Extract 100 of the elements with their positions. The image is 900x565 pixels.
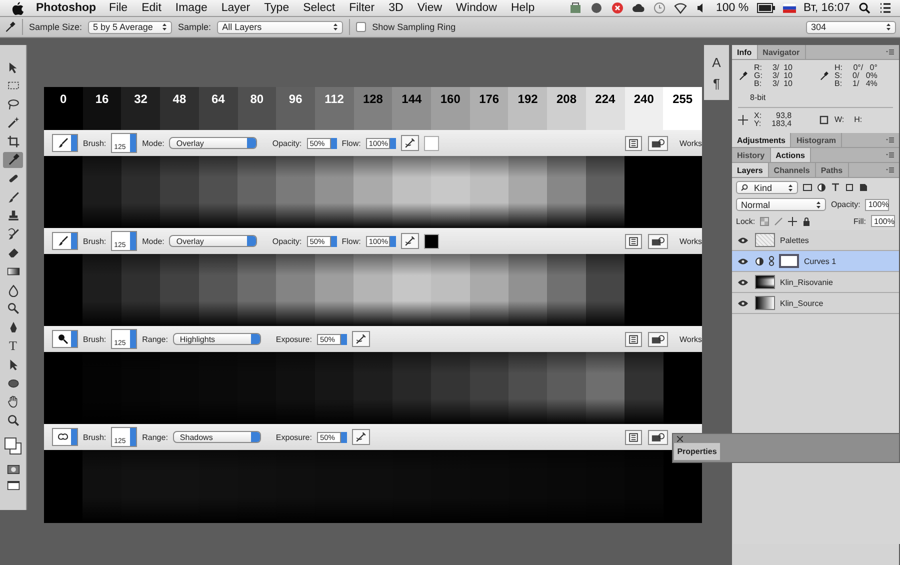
dock-button[interactable]: ¶: [713, 76, 720, 91]
tool-preset-picker[interactable]: [52, 232, 78, 250]
mode-dropdown[interactable]: Overlay: [169, 137, 258, 149]
menu-item[interactable]: Image: [175, 2, 208, 14]
eye-icon[interactable]: [738, 236, 748, 244]
menu-item[interactable]: View: [417, 2, 442, 14]
menu-item[interactable]: Type: [264, 2, 290, 14]
workspace-label[interactable]: Works: [679, 138, 702, 148]
camera-button[interactable]: [648, 136, 668, 150]
menu-item[interactable]: Filter: [349, 2, 375, 14]
airbrush-button[interactable]: [352, 331, 370, 347]
mode-dropdown[interactable]: Shadows: [172, 431, 261, 443]
mode-dropdown[interactable]: Highlights: [172, 333, 261, 345]
clock-icon[interactable]: [652, 2, 666, 14]
wifi-icon[interactable]: [674, 2, 687, 14]
workspace-label[interactable]: Works: [679, 334, 702, 344]
size-label: W:: [834, 116, 844, 124]
checker-icon[interactable]: [760, 216, 770, 226]
type-icon[interactable]: [831, 183, 840, 192]
color-swatches-icon[interactable]: [3, 434, 23, 457]
menu-item[interactable]: Help: [510, 2, 535, 14]
tool-preset-picker[interactable]: [52, 134, 78, 152]
panel-tab[interactable]: Actions: [770, 148, 811, 162]
channel-label: B:: [834, 80, 842, 88]
opacity-field[interactable]: 100%: [865, 198, 890, 210]
camera-button[interactable]: [648, 332, 668, 346]
apple-logo-icon[interactable]: [12, 2, 24, 14]
tool-preset-picker[interactable]: [52, 330, 78, 348]
quick-mask-icon[interactable]: [6, 463, 20, 476]
menu-item[interactable]: Window: [456, 2, 497, 14]
dock-button[interactable]: A: [712, 55, 721, 70]
level-cell: 128: [354, 87, 392, 130]
filter-dropdown[interactable]: Kind: [736, 181, 798, 194]
panel-tab[interactable]: Channels: [768, 163, 816, 177]
camera-button[interactable]: [648, 234, 668, 248]
menu-item[interactable]: Layer: [221, 2, 250, 14]
panel-tab[interactable]: Info: [732, 45, 758, 59]
sample-size-dropdown[interactable]: 5 by 5 Average: [88, 20, 172, 34]
panel-toggle-button[interactable]: [625, 430, 642, 444]
level-cell: 48: [160, 87, 199, 130]
screen-mode-icon[interactable]: [6, 479, 20, 492]
sample-dropdown[interactable]: All Layers: [217, 20, 344, 34]
half-circle-icon[interactable]: [817, 183, 826, 192]
cloud-icon[interactable]: [632, 2, 645, 14]
layer-row[interactable]: Curves 1: [732, 251, 899, 272]
color-swatch[interactable]: [424, 234, 439, 248]
layer-row[interactable]: Klin_Risovanie: [732, 272, 899, 293]
tool-button[interactable]: T: [3, 338, 23, 354]
blend-mode-dropdown[interactable]: Normal: [736, 198, 826, 211]
mode-label: Range:: [142, 334, 168, 344]
color-swatch[interactable]: [424, 136, 439, 150]
eye-icon[interactable]: [738, 300, 748, 306]
lock-icon[interactable]: [802, 216, 812, 226]
panel-toggle-button[interactable]: [625, 136, 642, 150]
flag-icon[interactable]: [782, 2, 796, 14]
menu-clock[interactable]: Вт, 16:07: [804, 2, 850, 14]
tool-button[interactable]: [3, 152, 23, 168]
search-icon[interactable]: [858, 2, 871, 14]
airbrush-button[interactable]: [400, 135, 419, 151]
stop-icon[interactable]: [610, 2, 624, 14]
panel-tab[interactable]: Navigator: [758, 45, 806, 59]
level-cell: 112: [314, 87, 354, 130]
panel-tab[interactable]: Properties: [674, 443, 720, 460]
camera-button[interactable]: [648, 430, 668, 444]
image-icon[interactable]: [803, 183, 812, 192]
workspace-label[interactable]: Works: [679, 236, 702, 246]
mode-dropdown[interactable]: Overlay: [169, 235, 258, 247]
menu-item[interactable]: Select: [303, 2, 336, 14]
tool-preset-picker[interactable]: [52, 428, 78, 446]
eye-icon[interactable]: [738, 258, 748, 264]
panel-tab[interactable]: Paths: [816, 163, 849, 177]
eyedropper-icon[interactable]: [4, 21, 16, 33]
menu-icon[interactable]: [886, 49, 894, 55]
status-icon[interactable]: [568, 2, 582, 14]
battery-icon[interactable]: [756, 2, 775, 14]
transform-icon[interactable]: [845, 183, 854, 192]
menu-item[interactable]: 3D: [388, 2, 404, 14]
preset-dropdown[interactable]: 304: [806, 20, 896, 34]
airbrush-button[interactable]: [400, 233, 419, 249]
smart-object-icon[interactable]: [859, 183, 868, 192]
menu-item[interactable]: Edit: [142, 2, 162, 14]
panel-tab[interactable]: Adjustments: [732, 133, 792, 147]
airbrush-button[interactable]: [352, 429, 370, 445]
move-icon[interactable]: [788, 216, 798, 226]
panel-tab[interactable]: Histogram: [791, 133, 842, 147]
sampling-ring-checkbox[interactable]: [356, 22, 366, 32]
panel-tab[interactable]: Layers: [732, 163, 769, 177]
status-icon[interactable]: [590, 2, 603, 14]
amount-label: Exposure:: [276, 432, 312, 442]
close-icon[interactable]: [677, 436, 683, 442]
list-icon[interactable]: [879, 2, 892, 14]
app-menu[interactable]: Photoshop: [36, 2, 96, 14]
panel-toggle-button[interactable]: [625, 332, 642, 346]
menu-icon[interactable]: [886, 167, 894, 173]
menu-item[interactable]: File: [109, 2, 128, 14]
fill-field[interactable]: 100%: [871, 215, 895, 227]
eye-icon[interactable]: [738, 278, 748, 286]
menu-icon[interactable]: [886, 152, 894, 158]
menu-icon[interactable]: [886, 137, 894, 143]
panel-toggle-button[interactable]: [625, 234, 642, 248]
